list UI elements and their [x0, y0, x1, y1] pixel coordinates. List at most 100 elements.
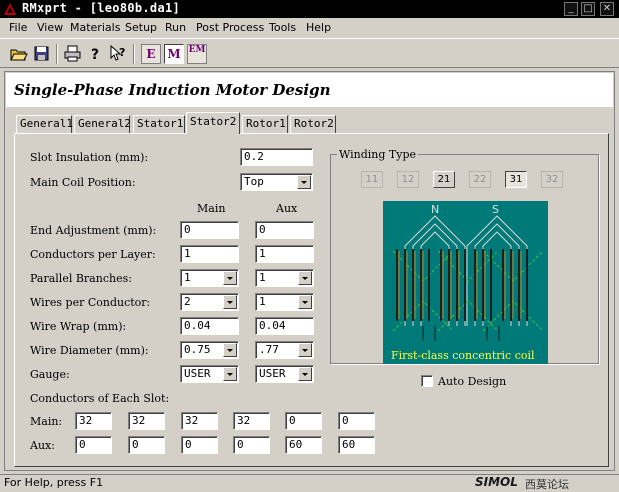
chevron-down-icon[interactable]: [223, 271, 237, 285]
menu-tools[interactable]: Tools: [269, 21, 296, 34]
winding-type-12-button[interactable]: 12: [397, 171, 419, 188]
parallel-branches-aux-select[interactable]: 1: [255, 269, 314, 287]
winding-diagram: N S First-class concentric coil: [383, 201, 548, 364]
tab-stator2[interactable]: Stator2: [186, 112, 240, 134]
slot-aux-input-5[interactable]: 60: [285, 436, 322, 454]
tab-rotor2[interactable]: Rotor2: [290, 115, 336, 133]
gauge-label: Gauge:: [30, 368, 70, 381]
tab-general2[interactable]: General2: [74, 115, 131, 133]
status-text: For Help, press F1: [4, 476, 104, 489]
slot-aux-input-2[interactable]: 0: [128, 436, 165, 454]
tab-stator1[interactable]: Stator1: [133, 115, 185, 133]
wire-diameter-label: Wire Diameter (mm):: [30, 344, 149, 357]
toolbar: ? ? E M EM: [0, 38, 619, 68]
chevron-down-icon[interactable]: [223, 367, 237, 381]
slot-aux-input-6[interactable]: 60: [338, 436, 375, 454]
slot-insulation-input[interactable]: 0.2: [240, 148, 313, 166]
auto-design-label[interactable]: Auto Design: [438, 375, 506, 388]
slot-aux-input-4[interactable]: 0: [233, 436, 270, 454]
toolbar-e-button[interactable]: E: [141, 44, 161, 64]
slot-main-input-1[interactable]: 32: [75, 412, 112, 430]
wires-per-conductor-main-select[interactable]: 2: [180, 293, 239, 311]
conductors-each-slot-label: Conductors of Each Slot:: [30, 392, 170, 405]
tab-rotor1[interactable]: Rotor1: [242, 115, 288, 133]
winding-type-22-button[interactable]: 22: [469, 171, 491, 188]
status-bar: For Help, press F1 SIMOL 西莫论坛: [0, 474, 619, 491]
wires-per-conductor-main-value: 2: [184, 295, 191, 308]
gauge-main-value: USER: [184, 367, 211, 380]
conductors-per-layer-label: Conductors per Layer:: [30, 248, 156, 261]
wire-diameter-aux-select[interactable]: .77: [255, 341, 314, 359]
design-header: Single-Phase Induction Motor Design: [6, 73, 613, 107]
chevron-down-icon[interactable]: [223, 343, 237, 357]
design-title: Single-Phase Induction Motor Design: [14, 81, 331, 99]
tab-general1[interactable]: General1: [16, 115, 73, 133]
winding-type-31-button[interactable]: 31: [505, 171, 527, 188]
winding-type-title: Winding Type: [337, 148, 418, 161]
slot-main-input-3[interactable]: 32: [181, 412, 218, 430]
menu-post-process[interactable]: Post Process: [196, 21, 264, 34]
winding-type-32-button[interactable]: 32: [541, 171, 563, 188]
slot-main-input-6[interactable]: 0: [338, 412, 375, 430]
slot-main-label: Main:: [30, 415, 63, 428]
chevron-down-icon[interactable]: [298, 367, 312, 381]
wire-wrap-aux-input[interactable]: 0.04: [255, 317, 314, 335]
parallel-branches-aux-value: 1: [259, 271, 266, 284]
slot-aux-label: Aux:: [30, 439, 55, 452]
winding-type-11-button[interactable]: 11: [361, 171, 383, 188]
toolbar-em-button[interactable]: EM: [187, 44, 207, 64]
chevron-down-icon[interactable]: [298, 271, 312, 285]
chevron-down-icon[interactable]: [298, 295, 312, 309]
column-header-main: Main: [197, 202, 226, 215]
gauge-aux-select[interactable]: USER: [255, 365, 314, 383]
wire-wrap-main-input[interactable]: 0.04: [180, 317, 239, 335]
menu-bar: File View Materials Setup Run Post Proce…: [0, 18, 619, 38]
parallel-branches-label: Parallel Branches:: [30, 272, 132, 285]
end-adjustment-main-input[interactable]: 0: [180, 221, 239, 239]
save-icon[interactable]: [31, 43, 52, 64]
wires-per-conductor-aux-value: 1: [259, 295, 266, 308]
open-folder-icon[interactable]: [8, 43, 29, 64]
gauge-aux-value: USER: [259, 367, 286, 380]
chevron-down-icon[interactable]: [223, 295, 237, 309]
slot-main-input-5[interactable]: 0: [285, 412, 322, 430]
auto-design-checkbox[interactable]: [421, 375, 433, 387]
wire-diameter-main-select[interactable]: 0.75: [180, 341, 239, 359]
conductors-per-layer-aux-input[interactable]: 1: [255, 245, 314, 263]
help-icon[interactable]: ?: [85, 43, 106, 64]
pole-s-label: S: [492, 203, 499, 216]
minimize-button[interactable]: _: [564, 2, 578, 16]
title-bar: RMxprt - [leo80b.da1] _ □ ✕: [0, 0, 619, 18]
wires-per-conductor-aux-select[interactable]: 1: [255, 293, 314, 311]
watermark-logo: SIMOL: [475, 475, 518, 489]
menu-view[interactable]: View: [37, 21, 63, 34]
maximize-button[interactable]: □: [581, 2, 595, 16]
print-icon[interactable]: [62, 43, 83, 64]
parallel-branches-main-select[interactable]: 1: [180, 269, 239, 287]
chevron-down-icon[interactable]: [298, 343, 312, 357]
chevron-down-icon[interactable]: [297, 175, 311, 189]
slot-aux-input-3[interactable]: 0: [181, 436, 218, 454]
toolbar-m-button[interactable]: M: [164, 44, 184, 64]
menu-file[interactable]: File: [9, 21, 27, 34]
coil-caption: First-class concentric coil: [391, 349, 535, 362]
slot-aux-input-1[interactable]: 0: [75, 436, 112, 454]
main-coil-position-label: Main Coil Position:: [30, 176, 136, 189]
menu-help[interactable]: Help: [306, 21, 331, 34]
winding-type-21-button[interactable]: 21: [433, 171, 455, 188]
gauge-main-select[interactable]: USER: [180, 365, 239, 383]
window-title: RMxprt - [leo80b.da1]: [22, 1, 181, 15]
menu-materials[interactable]: Materials: [70, 21, 120, 34]
slot-insulation-label: Slot Insulation (mm):: [30, 151, 149, 164]
slot-main-input-4[interactable]: 32: [233, 412, 270, 430]
context-help-icon[interactable]: ?: [108, 43, 129, 64]
menu-run[interactable]: Run: [165, 21, 186, 34]
close-button[interactable]: ✕: [600, 2, 614, 16]
menu-setup[interactable]: Setup: [125, 21, 157, 34]
concentric-coil-drawing: [392, 215, 544, 341]
slot-main-input-2[interactable]: 32: [128, 412, 165, 430]
main-coil-position-select[interactable]: Top: [240, 173, 313, 191]
main-coil-position-value: Top: [244, 175, 264, 188]
conductors-per-layer-main-input[interactable]: 1: [180, 245, 239, 263]
end-adjustment-aux-input[interactable]: 0: [255, 221, 314, 239]
